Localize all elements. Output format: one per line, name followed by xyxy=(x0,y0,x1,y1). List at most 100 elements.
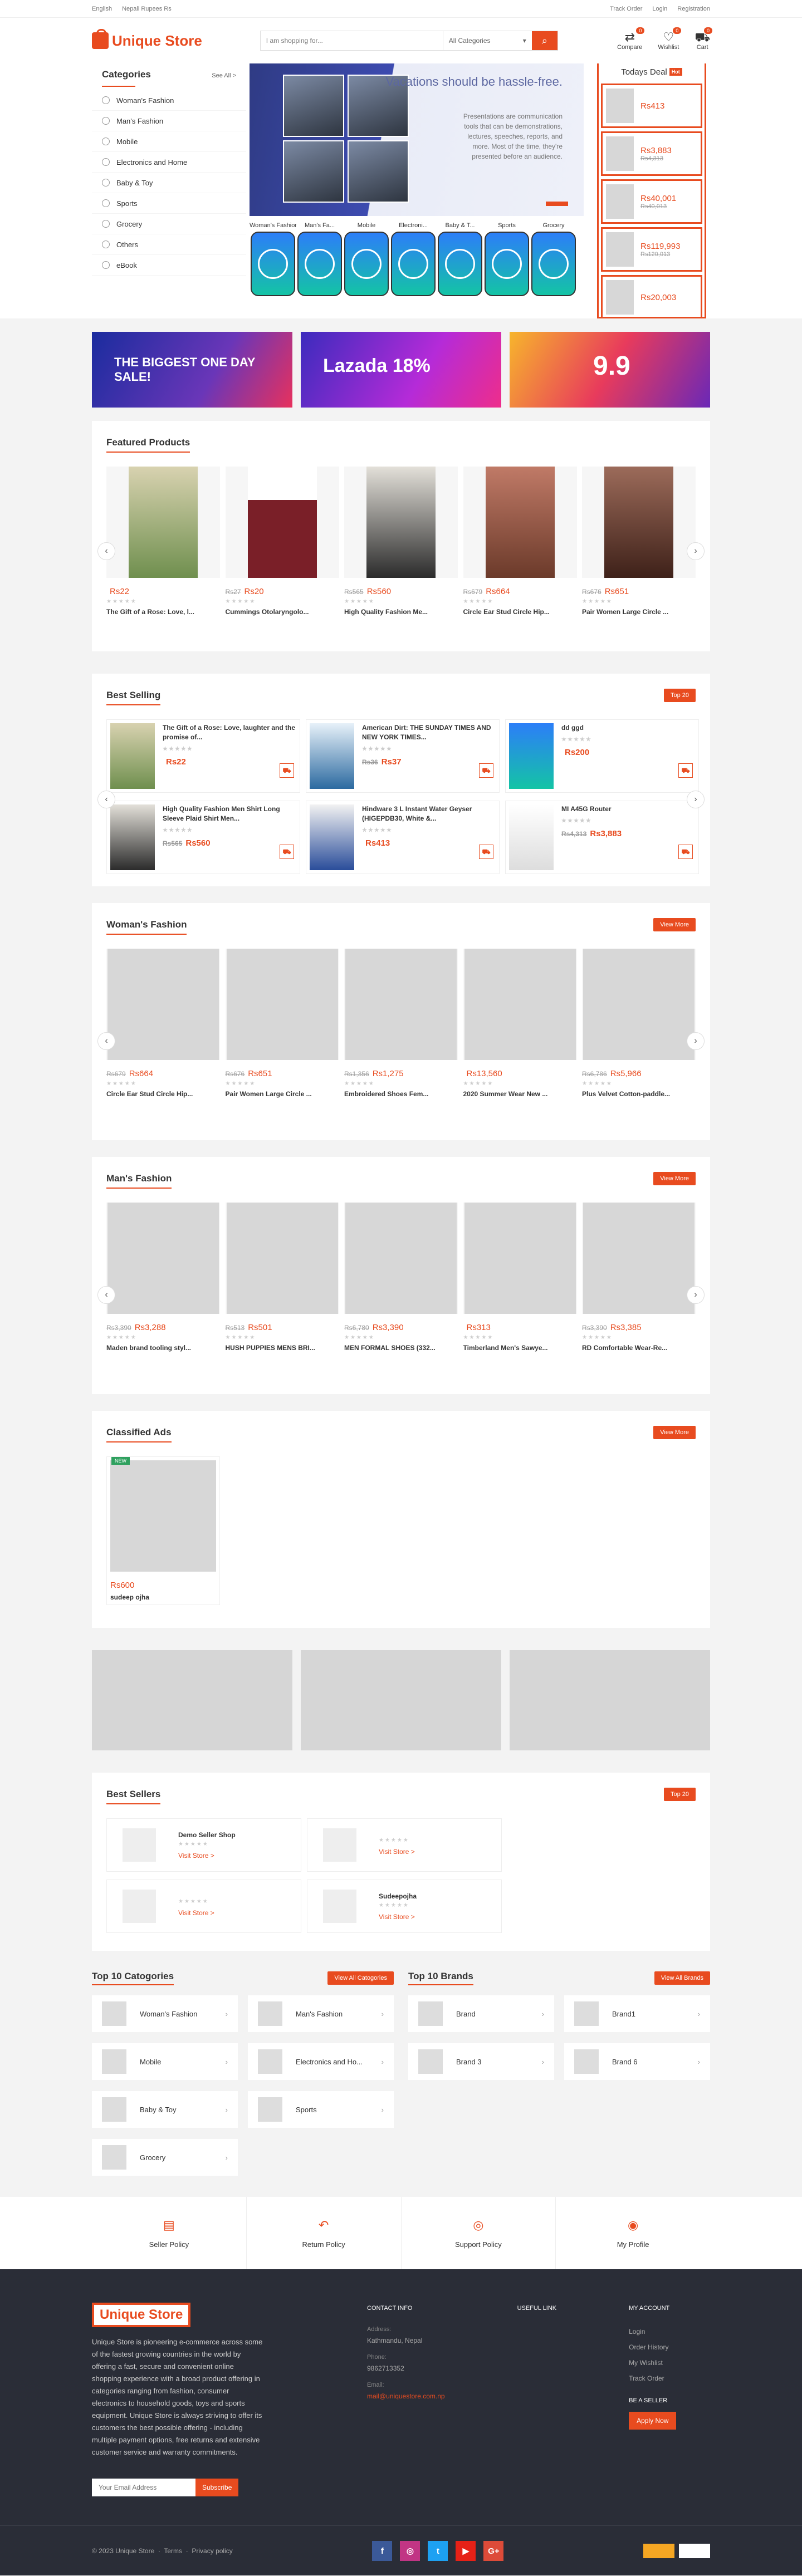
best-selling-item[interactable]: Hindware 3 L Instant Water Geyser (HIGEP… xyxy=(306,801,500,874)
footer-logo[interactable]: Unique Store xyxy=(92,2303,191,2327)
next-arrow[interactable]: › xyxy=(687,791,705,808)
seller-policy-link[interactable]: ▤ Seller Policy xyxy=(92,2197,247,2269)
seller-card[interactable]: ★★★★★ Visit Store > xyxy=(307,1818,502,1872)
product-card[interactable]: Rs27 Rs20 ★★★★★ Cummings Otolaryngolo... xyxy=(225,467,339,616)
product-card[interactable]: Rs676 Rs651 ★★★★★ Pair Women Large Circle .… xyxy=(582,467,696,616)
product-card[interactable]: Rs13,560 ★★★★★ 2020 Summer Wear New ... xyxy=(463,949,577,1098)
privacy-link[interactable]: Privacy policy xyxy=(192,2547,232,2555)
product-card[interactable]: Rs6,786 Rs5,966 ★★★★★ Plus Velvet Cotton-pa… xyxy=(582,949,696,1098)
top-item[interactable]: Brand › xyxy=(408,1995,554,2032)
top-item[interactable]: Brand 6 › xyxy=(564,2043,710,2080)
facebook-icon[interactable]: f xyxy=(372,2541,393,2561)
search-button[interactable]: ⌕ xyxy=(531,31,558,50)
top-item[interactable]: Electronics and Ho... › xyxy=(248,2043,394,2080)
add-to-cart-icon[interactable]: ⛟ xyxy=(280,845,294,859)
category-tab[interactable]: Baby & T... xyxy=(437,219,483,296)
hero-slider[interactable]: Vacations should be hassle-free. Present… xyxy=(250,63,584,318)
banner-1[interactable]: THE BIGGEST ONE DAY SALE! xyxy=(92,332,292,408)
prev-arrow[interactable]: ‹ xyxy=(97,542,115,560)
category-item[interactable]: Man's Fashion xyxy=(92,111,246,131)
best-selling-item[interactable]: MI A45G Router ★★★★★ Rs4,313 Rs3,883 ⛟ xyxy=(505,801,699,874)
top-item[interactable]: Sports › xyxy=(248,2091,394,2128)
next-arrow[interactable]: › xyxy=(687,1286,705,1304)
seller-card[interactable]: ★★★★★ Visit Store > xyxy=(106,1880,301,1933)
banner-3[interactable]: 9.9 xyxy=(510,332,710,408)
product-card[interactable]: Rs1,356 Rs1,275 ★★★★★ Embroidered Shoes Fem… xyxy=(344,949,458,1098)
view-more-button[interactable]: View More xyxy=(653,1172,696,1185)
best-selling-item[interactable]: American Dirt: THE SUNDAY TIMES AND NEW … xyxy=(306,719,500,793)
seller-card[interactable]: Sudeepojha ★★★★★ Visit Store > xyxy=(307,1880,502,1933)
category-item[interactable]: Woman's Fashion xyxy=(92,90,246,111)
visit-store-link[interactable]: Visit Store > xyxy=(178,1909,214,1917)
newsletter-email-input[interactable] xyxy=(92,2479,195,2496)
ad-banner[interactable] xyxy=(301,1650,501,1750)
currency-select[interactable]: Nepali Rupees Rs xyxy=(122,6,172,12)
category-item[interactable]: Grocery xyxy=(92,214,246,234)
product-card[interactable]: Rs679 Rs664 ★★★★★ Circle Ear Stud Circle Hi… xyxy=(106,949,220,1098)
category-item[interactable]: Others xyxy=(92,234,246,255)
site-logo[interactable]: Unique Store xyxy=(92,29,202,50)
best-selling-item[interactable]: The Gift of a Rose: Love, laughter and t… xyxy=(106,719,300,793)
product-card[interactable]: Rs3,390 Rs3,385 ★★★★★ RD Comfortable Wear-R… xyxy=(582,1203,696,1352)
add-to-cart-icon[interactable]: ⛟ xyxy=(678,763,693,778)
category-item[interactable]: Electronics and Home xyxy=(92,152,246,173)
next-arrow[interactable]: › xyxy=(687,542,705,560)
classified-ad-card[interactable]: NEW Rs600 sudeep ojha xyxy=(106,1456,220,1605)
category-tab[interactable]: Mobile xyxy=(343,219,390,296)
prev-arrow[interactable]: ‹ xyxy=(97,791,115,808)
order-history-link[interactable]: Order History xyxy=(629,2339,676,2355)
product-card[interactable]: Rs676 Rs651 ★★★★★ Pair Women Large Circle .… xyxy=(225,949,339,1098)
product-card[interactable]: Rs679 Rs664 ★★★★★ Circle Ear Stud Circle Hi… xyxy=(463,467,577,616)
category-select[interactable]: All Categories ▾ xyxy=(442,31,532,50)
wishlist-button[interactable]: ♡ 0 Wishlist xyxy=(658,27,682,51)
compare-button[interactable]: ⇄ 0 Compare xyxy=(617,27,645,51)
seller-card[interactable]: Demo Seller Shop ★★★★★ Visit Store > xyxy=(106,1818,301,1872)
visit-store-link[interactable]: Visit Store > xyxy=(379,1848,415,1856)
deal-item[interactable]: Rs3,883 Rs4,313 xyxy=(601,131,702,176)
terms-link[interactable]: Terms xyxy=(164,2547,182,2555)
twitter-icon[interactable]: t xyxy=(428,2541,448,2561)
return-policy-link[interactable]: ↶ Return Policy xyxy=(247,2197,402,2269)
deal-item[interactable]: Rs413 xyxy=(601,84,702,128)
top-item[interactable]: Brand1 › xyxy=(564,1995,710,2032)
login-link[interactable]: Login xyxy=(652,6,667,12)
track-order-link[interactable]: Track Order xyxy=(610,6,642,12)
next-arrow[interactable]: › xyxy=(687,1032,705,1050)
add-to-cart-icon[interactable]: ⛟ xyxy=(678,845,693,859)
view-all-categories-button[interactable]: View All Catogories xyxy=(327,1971,394,1985)
top-item[interactable]: Woman's Fashion › xyxy=(92,1995,238,2032)
product-card[interactable]: Rs6,780 Rs3,390 ★★★★★ MEN FORMAL SHOES (332… xyxy=(344,1203,458,1352)
search-input[interactable] xyxy=(260,31,443,50)
best-selling-item[interactable]: High Quality Fashion Men Shirt Long Slee… xyxy=(106,801,300,874)
ad-banner[interactable] xyxy=(510,1650,710,1750)
prev-arrow[interactable]: ‹ xyxy=(97,1286,115,1304)
top-item[interactable]: Man's Fashion › xyxy=(248,1995,394,2032)
product-card[interactable]: Rs313 ★★★★★ Timberland Men's Sawye... xyxy=(463,1203,577,1352)
category-item[interactable]: Mobile xyxy=(92,131,246,152)
subscribe-button[interactable]: Subscribe xyxy=(195,2479,239,2496)
view-all-brands-button[interactable]: View All Brands xyxy=(654,1971,710,1985)
email-link[interactable]: mail@uniquestore.com.np xyxy=(367,2391,445,2402)
my-profile-link[interactable]: ◉ My Profile xyxy=(556,2197,710,2269)
visit-store-link[interactable]: Visit Store > xyxy=(379,1913,417,1921)
google-plus-icon[interactable]: G+ xyxy=(483,2541,504,2561)
product-card[interactable]: Rs565 Rs560 ★★★★★ High Quality Fashion Me..… xyxy=(344,467,458,616)
top-item[interactable]: Grocery › xyxy=(92,2139,238,2176)
deal-item[interactable]: Rs119,993 Rs120,013 xyxy=(601,227,702,272)
my-wishlist-link[interactable]: My Wishlist xyxy=(629,2355,676,2371)
apply-now-button[interactable]: Apply Now xyxy=(629,2412,677,2430)
track-order-link[interactable]: Track Order xyxy=(629,2371,676,2386)
prev-arrow[interactable]: ‹ xyxy=(97,1032,115,1050)
top-item[interactable]: Mobile › xyxy=(92,2043,238,2080)
add-to-cart-icon[interactable]: ⛟ xyxy=(280,763,294,778)
view-more-button[interactable]: View More xyxy=(653,1426,696,1439)
category-tab[interactable]: Woman's Fashion xyxy=(250,219,296,296)
best-selling-item[interactable]: dd ggd ★★★★★ Rs200 ⛟ xyxy=(505,719,699,793)
add-to-cart-icon[interactable]: ⛟ xyxy=(479,845,493,859)
top-item[interactable]: Brand 3 › xyxy=(408,2043,554,2080)
deal-item[interactable]: Rs20,003 xyxy=(601,275,702,317)
deal-item[interactable]: Rs40,001 Rs40,013 xyxy=(601,179,702,224)
category-item[interactable]: Sports xyxy=(92,193,246,214)
category-tab[interactable]: Electroni... xyxy=(390,219,437,296)
registration-link[interactable]: Registration xyxy=(677,6,710,12)
